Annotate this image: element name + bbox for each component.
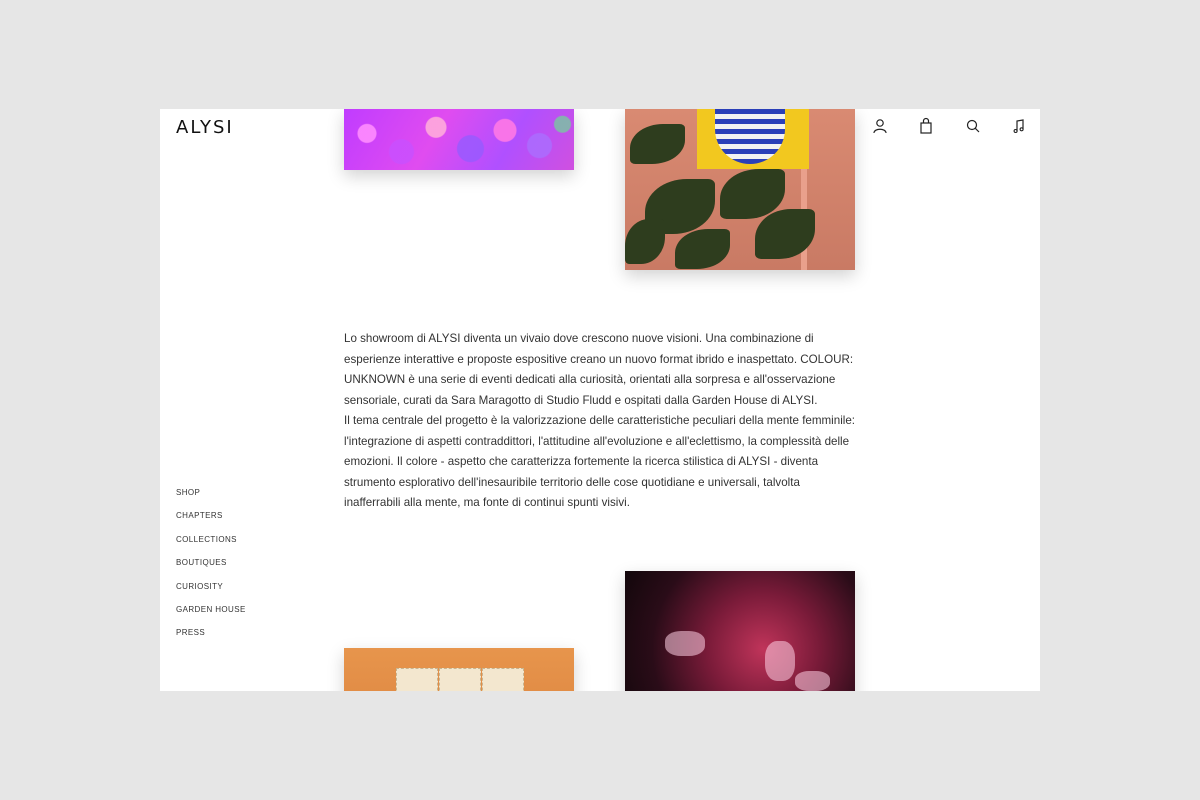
nav-item-collections[interactable]: COLLECTIONS (176, 534, 246, 557)
header-icons (160, 117, 1040, 137)
hands-photo (625, 571, 855, 691)
nav-item-shop[interactable]: SHOP (176, 487, 246, 510)
search-icon[interactable] (964, 117, 982, 135)
bubbles-photo (344, 109, 574, 170)
leaf (630, 124, 685, 164)
page-frame: ALYSI Lo showroom di ALYSI diventa un vi… (160, 109, 1040, 691)
light-glow (765, 641, 795, 681)
music-icon[interactable] (1010, 117, 1028, 135)
leaf (675, 229, 730, 269)
user-icon[interactable] (871, 117, 889, 135)
side-nav: SHOP CHAPTERS COLLECTIONS BOUTIQUES CURI… (176, 487, 246, 651)
article-text: Lo showroom di ALYSI diventa un vivaio d… (344, 329, 859, 514)
light-glow (665, 631, 705, 656)
nav-item-press[interactable]: PRESS (176, 627, 246, 650)
ticket (482, 668, 524, 691)
article-paragraph-1: Lo showroom di ALYSI diventa un vivaio d… (344, 332, 854, 407)
leaf (625, 219, 665, 264)
ticket (396, 668, 438, 691)
nav-item-garden-house[interactable]: GARDEN HOUSE (176, 604, 246, 627)
nav-item-curiosity[interactable]: CURIOSITY (176, 581, 246, 604)
bag-icon[interactable] (917, 117, 935, 135)
light-glow (795, 671, 830, 691)
article-paragraph-2: Il tema centrale del progetto è la valor… (344, 414, 856, 509)
nav-item-boutiques[interactable]: BOUTIQUES (176, 557, 246, 580)
plant-photo (625, 109, 855, 270)
nav-item-chapters[interactable]: CHAPTERS (176, 510, 246, 533)
ticket (439, 668, 481, 691)
tickets-photo (344, 648, 574, 691)
